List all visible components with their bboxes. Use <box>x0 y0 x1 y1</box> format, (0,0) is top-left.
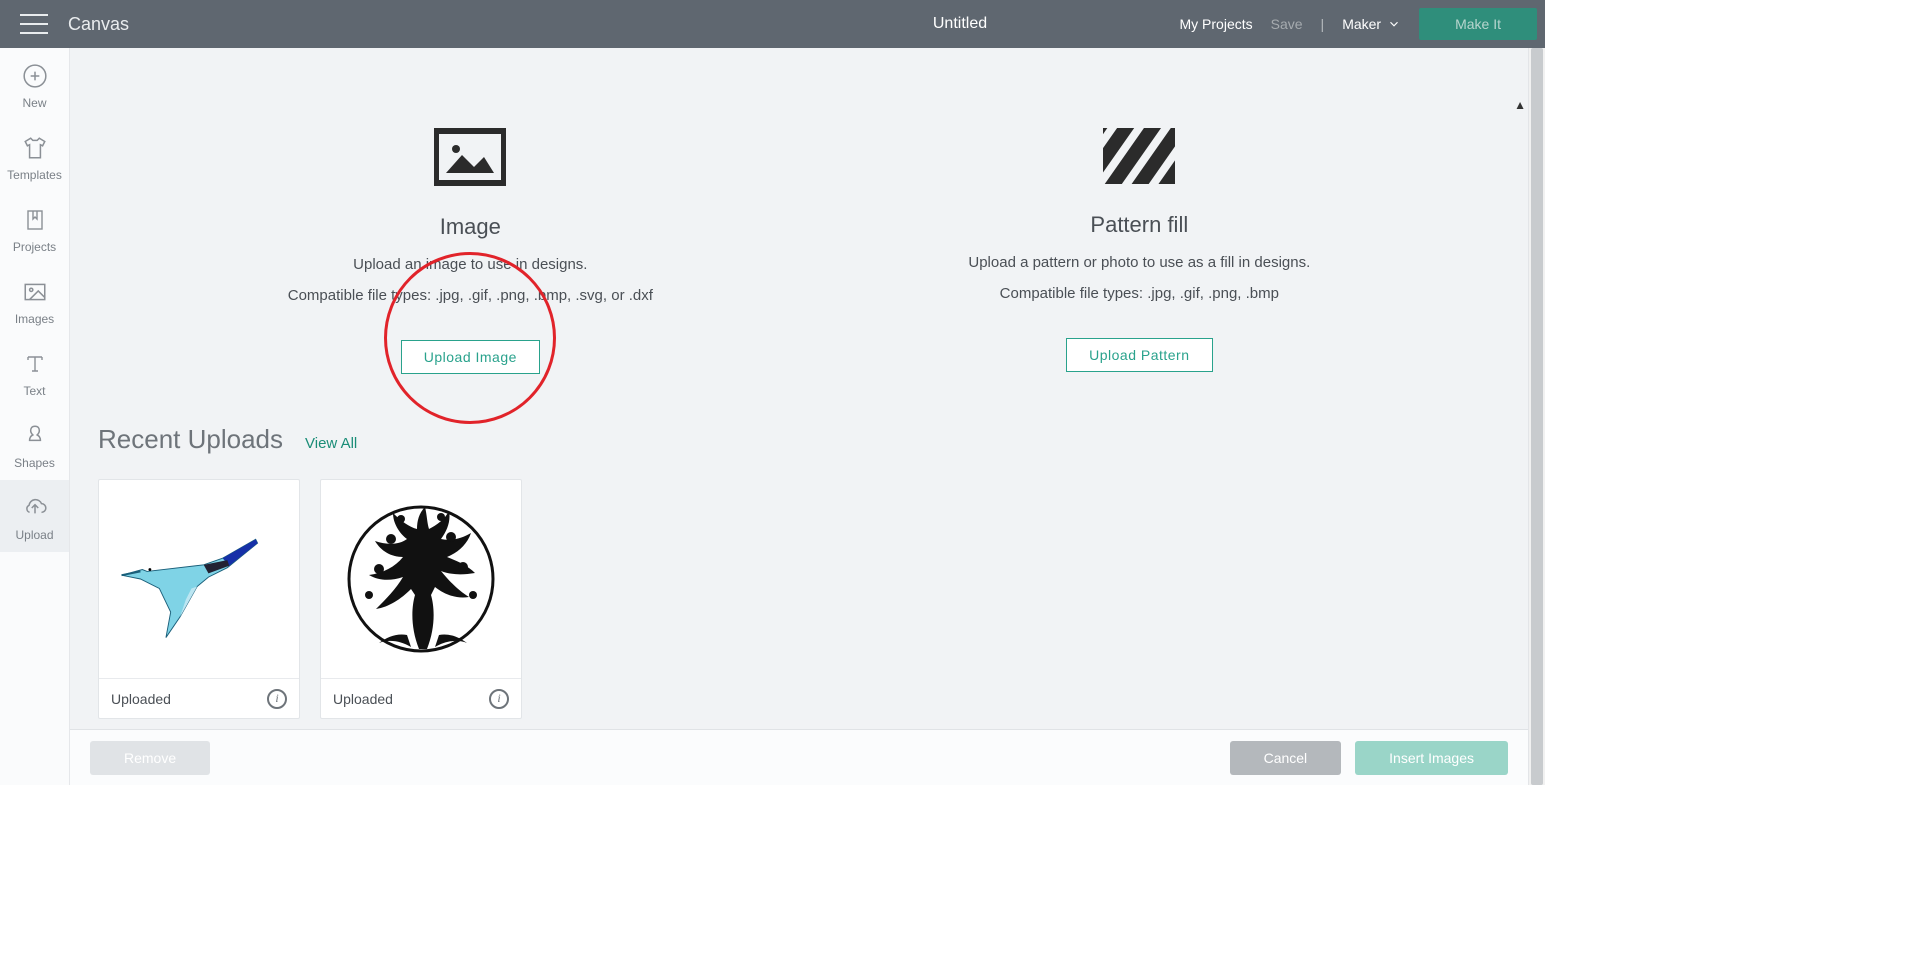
upload-pattern-types: Compatible file types: .jpg, .gif, .png,… <box>1000 285 1279 302</box>
upload-image-desc: Upload an image to use in designs. <box>353 256 587 273</box>
machine-label: Maker <box>1342 16 1381 32</box>
sidebar-item-label: Images <box>15 312 54 326</box>
sidebar-item-label: Templates <box>7 168 62 182</box>
shirt-icon <box>21 134 49 162</box>
sidebar-item-text[interactable]: Text <box>0 336 69 408</box>
annotation-circle <box>384 252 556 424</box>
cloud-upload-icon <box>21 494 49 522</box>
project-title[interactable]: Untitled <box>933 15 987 33</box>
bookmark-icon <box>21 206 49 234</box>
thumbnail-preview-tree <box>321 480 521 678</box>
upload-image-section: Image Upload an image to use in designs.… <box>288 128 653 374</box>
sidebar-item-templates[interactable]: Templates <box>0 120 69 192</box>
sidebar-item-new[interactable]: New <box>0 48 69 120</box>
image-icon <box>21 278 49 306</box>
chevron-down-icon <box>1387 17 1401 31</box>
upload-pattern-button[interactable]: Upload Pattern <box>1066 338 1212 372</box>
upload-image-button[interactable]: Upload Image <box>401 340 540 374</box>
scrollbar-thumb[interactable] <box>1531 48 1543 785</box>
sidebar-item-label: Upload <box>15 528 53 542</box>
upload-thumbnail[interactable]: Uploaded i <box>320 479 522 719</box>
left-sidebar: New Templates Projects Images Text <box>0 48 70 785</box>
scroll-up-icon[interactable]: ▲ <box>1514 98 1526 112</box>
sidebar-item-upload[interactable]: Upload <box>0 480 69 552</box>
upload-pattern-title: Pattern fill <box>1090 212 1188 238</box>
shapes-icon <box>21 422 49 450</box>
plus-circle-icon <box>21 62 49 90</box>
footer-bar: Remove Cancel Insert Images <box>70 729 1528 785</box>
insert-images-button[interactable]: Insert Images <box>1355 741 1508 775</box>
top-bar: Canvas Untitled My Projects Save | Maker… <box>0 0 1545 48</box>
sidebar-item-label: Text <box>23 384 45 398</box>
machine-dropdown[interactable]: Maker <box>1342 16 1401 32</box>
cancel-button[interactable]: Cancel <box>1230 741 1342 775</box>
app-brand: Canvas <box>68 14 129 35</box>
pattern-stripes-icon <box>1103 128 1175 184</box>
text-icon <box>21 350 49 378</box>
picture-frame-icon <box>434 128 506 186</box>
sidebar-item-images[interactable]: Images <box>0 264 69 336</box>
remove-button[interactable]: Remove <box>90 741 210 775</box>
sidebar-item-shapes[interactable]: Shapes <box>0 408 69 480</box>
recent-uploads-title: Recent Uploads <box>98 424 283 455</box>
my-projects-link[interactable]: My Projects <box>1180 16 1253 32</box>
upload-pattern-desc: Upload a pattern or photo to use as a fi… <box>968 254 1310 271</box>
hamburger-icon[interactable] <box>20 14 48 34</box>
thumbnail-status: Uploaded <box>111 691 171 707</box>
view-all-link[interactable]: View All <box>305 435 357 452</box>
sidebar-item-label: Shapes <box>14 456 55 470</box>
make-it-button: Make It <box>1419 8 1537 40</box>
upload-image-title: Image <box>440 214 501 240</box>
info-icon[interactable]: i <box>267 689 287 709</box>
sidebar-item-projects[interactable]: Projects <box>0 192 69 264</box>
info-icon[interactable]: i <box>489 689 509 709</box>
sidebar-item-label: Projects <box>13 240 56 254</box>
separator: | <box>1321 16 1325 32</box>
sidebar-item-label: New <box>22 96 46 110</box>
vertical-scrollbar[interactable] <box>1528 48 1545 785</box>
upload-thumbnail[interactable]: Uploaded i <box>98 479 300 719</box>
thumbnail-preview-hummingbird <box>99 480 299 678</box>
upload-pattern-section: Pattern fill Upload a pattern or photo t… <box>968 128 1310 374</box>
upload-image-types: Compatible file types: .jpg, .gif, .png,… <box>288 287 653 304</box>
save-link: Save <box>1271 16 1303 32</box>
main-panel: ▲ Image Upload an image to use in design… <box>70 48 1528 785</box>
thumbnail-status: Uploaded <box>333 691 393 707</box>
